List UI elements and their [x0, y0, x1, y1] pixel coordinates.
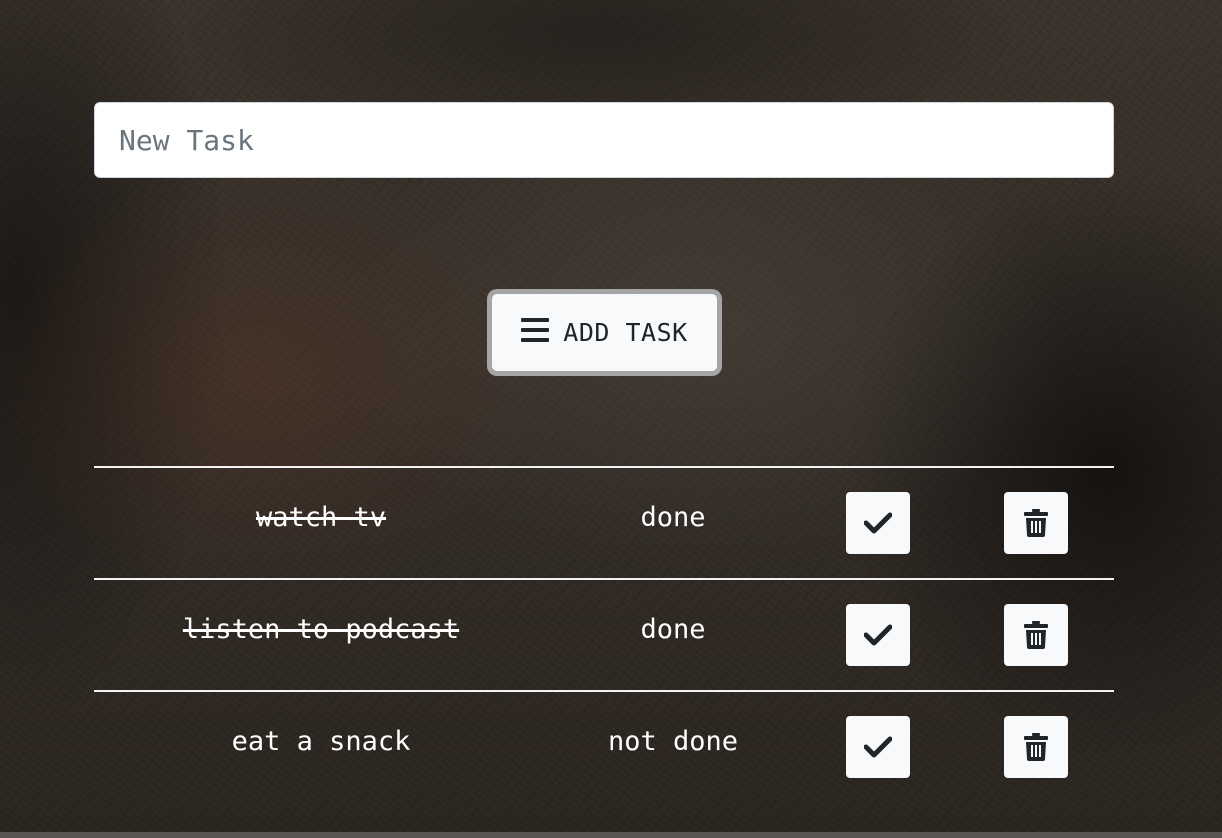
task-list: watch tv done listen to podcast done eat… — [94, 466, 1114, 802]
new-task-input[interactable] — [94, 102, 1114, 178]
trash-icon — [1024, 509, 1048, 537]
task-row: eat a snack not done — [94, 690, 1114, 802]
check-icon — [864, 736, 892, 758]
task-name: listen to podcast — [182, 614, 460, 645]
delete-task-button[interactable] — [1004, 492, 1068, 554]
trash-icon — [1024, 733, 1048, 761]
task-row: watch tv done — [94, 466, 1114, 578]
task-status: not done — [607, 726, 739, 757]
task-row: listen to podcast done — [94, 578, 1114, 690]
add-task-label: ADD TASK — [563, 318, 688, 347]
add-task-button[interactable]: ADD TASK — [487, 289, 722, 376]
list-icon — [521, 317, 550, 349]
delete-task-button[interactable] — [1004, 716, 1068, 778]
mark-done-button[interactable] — [846, 492, 910, 554]
trash-icon — [1024, 621, 1048, 649]
task-status: done — [640, 502, 706, 533]
window-bottom-edge — [0, 832, 1222, 838]
check-icon — [864, 512, 892, 534]
task-name: watch tv — [255, 502, 387, 533]
mark-done-button[interactable] — [846, 604, 910, 666]
task-status: done — [640, 614, 706, 645]
check-icon — [864, 624, 892, 646]
delete-task-button[interactable] — [1004, 604, 1068, 666]
mark-done-button[interactable] — [846, 716, 910, 778]
task-name: eat a snack — [231, 726, 411, 757]
